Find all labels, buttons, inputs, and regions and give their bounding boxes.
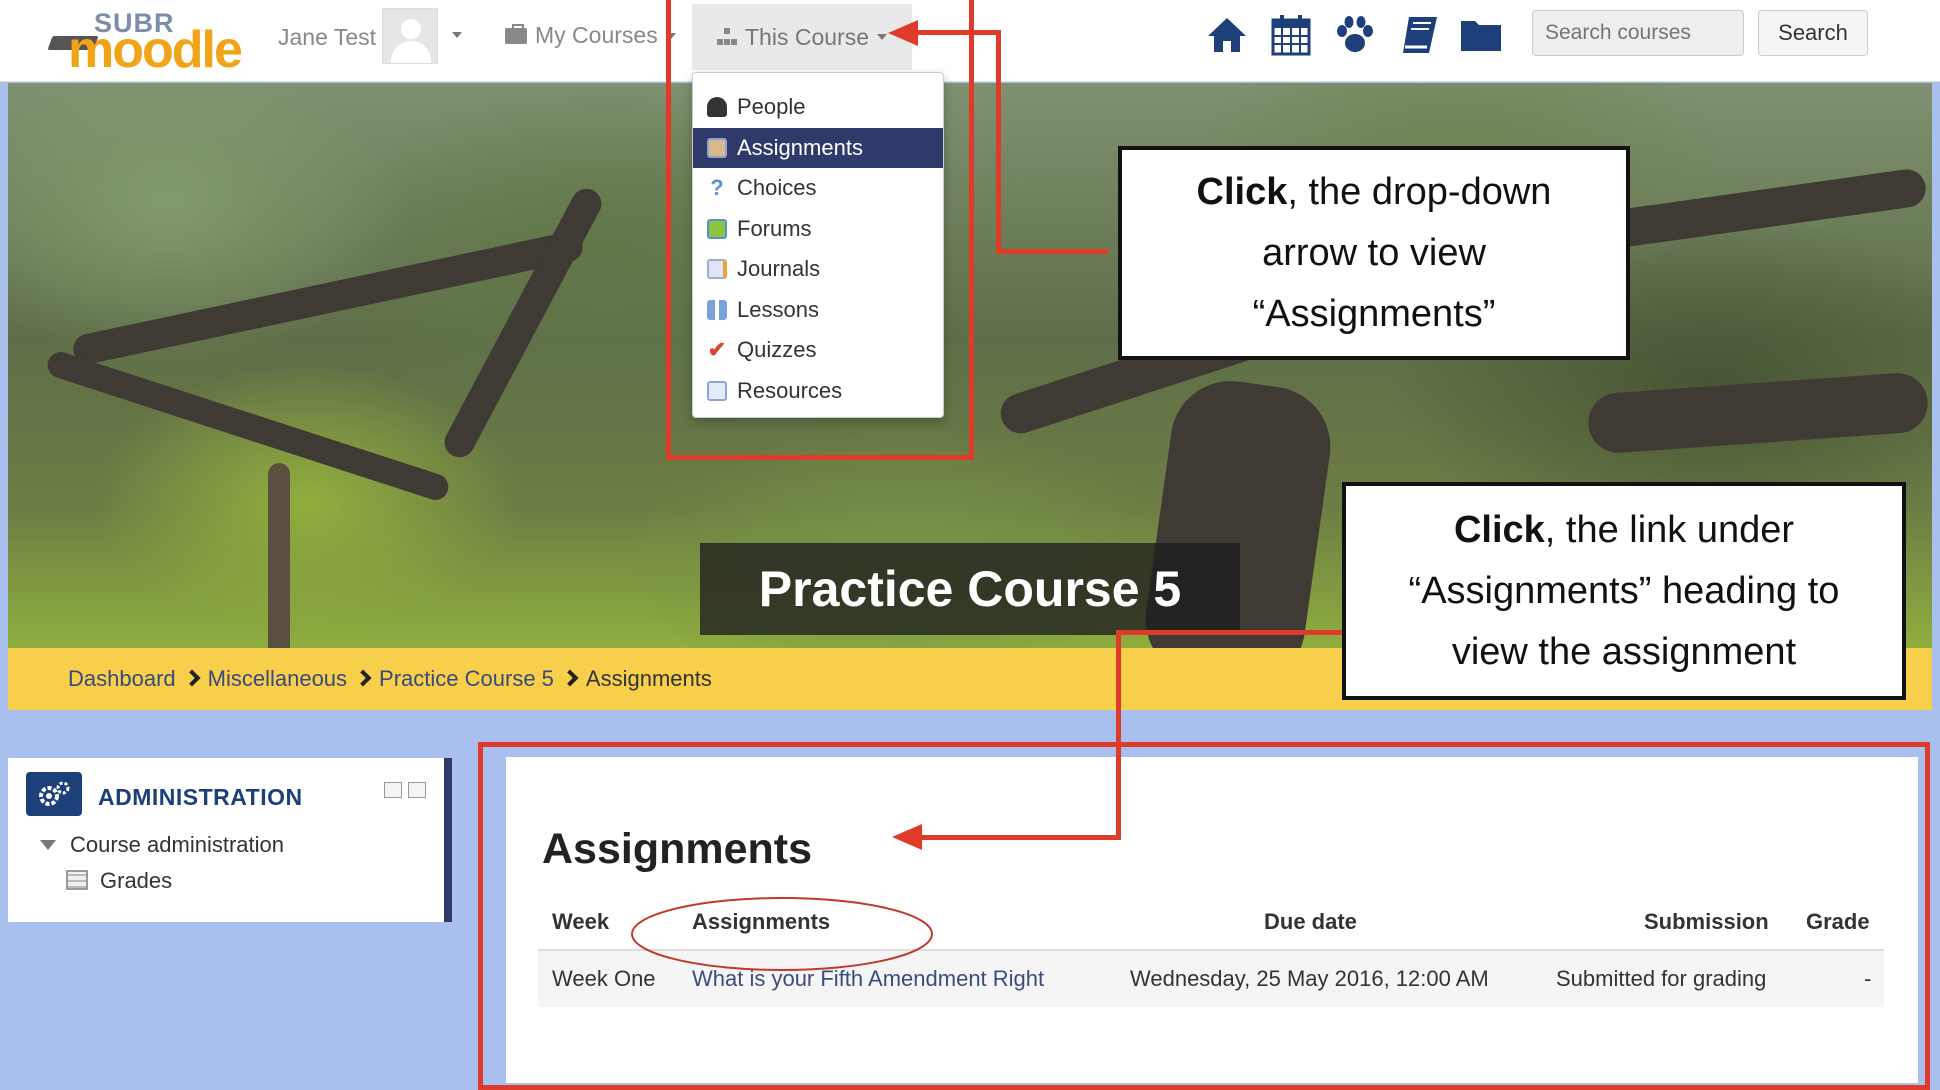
highlight-ellipse bbox=[631, 897, 933, 971]
callout-text: “Assignments” bbox=[1252, 292, 1496, 335]
callout-text: arrow to view bbox=[1262, 231, 1486, 274]
arrow-line bbox=[914, 835, 1121, 840]
calendar-icon[interactable] bbox=[1268, 12, 1314, 58]
dock-block-icon[interactable] bbox=[408, 782, 426, 798]
site-logo[interactable]: SUBR moodle bbox=[47, 6, 248, 79]
callout-link-instruction: Click, the link under “Assignments” head… bbox=[1342, 482, 1906, 700]
breadcrumb-current: Assignments bbox=[585, 666, 712, 691]
arrowhead-icon bbox=[892, 824, 922, 850]
user-avatar[interactable] bbox=[382, 8, 438, 64]
callout-text: “Assignments” heading to bbox=[1408, 569, 1840, 612]
callout-text: , the link under bbox=[1544, 508, 1795, 551]
user-menu-caret-icon[interactable] bbox=[452, 32, 462, 38]
callout-text: view the assignment bbox=[1451, 630, 1797, 673]
arrow-line bbox=[1116, 630, 1121, 840]
arrowhead-icon bbox=[888, 20, 918, 46]
search-courses-input[interactable] bbox=[1532, 10, 1744, 56]
course-administration-link[interactable]: Course administration bbox=[70, 832, 284, 858]
breadcrumb-dashboard[interactable]: Dashboard bbox=[68, 666, 176, 692]
tree-expand-icon[interactable] bbox=[40, 840, 56, 850]
grades-table-icon bbox=[66, 870, 88, 890]
arrow-line bbox=[912, 30, 998, 35]
administration-title: ADMINISTRATION bbox=[98, 784, 303, 810]
course-title: Practice Course 5 bbox=[758, 561, 1182, 617]
chevron-right-icon bbox=[561, 669, 579, 687]
grades-link[interactable]: Grades bbox=[100, 868, 172, 894]
gears-icon bbox=[26, 772, 82, 816]
arrow-line bbox=[996, 249, 1108, 254]
search-button[interactable]: Search bbox=[1758, 10, 1868, 56]
highlight-frame-menu bbox=[666, 0, 974, 460]
callout-dropdown-instruction: Click, the drop-down arrow to view “Assi… bbox=[1118, 146, 1630, 360]
chevron-right-icon bbox=[354, 669, 372, 687]
callout-text: , the drop-down bbox=[1287, 170, 1552, 213]
home-icon[interactable] bbox=[1204, 12, 1250, 58]
user-name[interactable]: Jane Test bbox=[278, 24, 376, 51]
my-courses-label: My Courses bbox=[535, 22, 658, 48]
briefcase-icon bbox=[505, 23, 527, 44]
folder-icon[interactable] bbox=[1458, 12, 1504, 58]
my-courses-menu[interactable]: My Courses bbox=[505, 22, 676, 49]
callout-bold: Click bbox=[1453, 508, 1545, 551]
chevron-right-icon bbox=[183, 669, 201, 687]
logo-moodle-text: moodle bbox=[68, 21, 243, 79]
book-icon[interactable] bbox=[1396, 12, 1442, 58]
arrow-line bbox=[1116, 630, 1344, 635]
course-title-band: Practice Course 5 bbox=[700, 543, 1240, 635]
breadcrumb-miscellaneous[interactable]: Miscellaneous bbox=[208, 666, 347, 692]
callout-bold: Click bbox=[1196, 170, 1288, 213]
breadcrumb-course[interactable]: Practice Course 5 bbox=[379, 666, 554, 692]
paw-icon[interactable] bbox=[1332, 12, 1378, 58]
collapse-block-icon[interactable] bbox=[384, 782, 402, 798]
administration-block: ADMINISTRATION Course administration Gra… bbox=[8, 758, 452, 922]
arrow-line bbox=[996, 30, 1001, 254]
